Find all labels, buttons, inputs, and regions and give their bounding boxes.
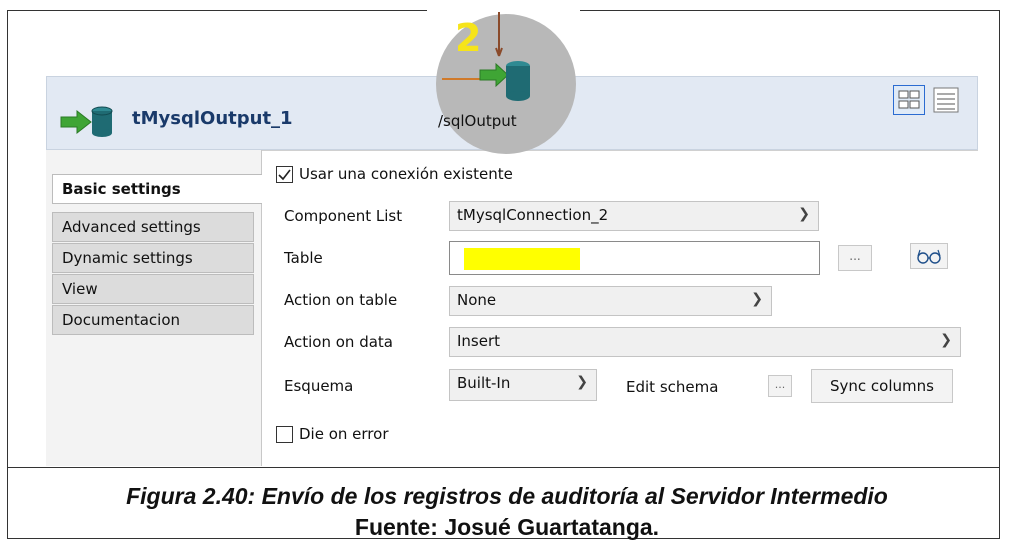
figure-top-border — [580, 10, 1000, 11]
tab-view[interactable]: View — [52, 274, 254, 304]
chevron-down-icon: ❯ — [751, 291, 763, 307]
action-on-table-value: None — [457, 291, 497, 309]
die-on-error-checkbox[interactable] — [276, 426, 293, 443]
table-input[interactable] — [449, 241, 820, 275]
basic-settings-form: Usar una conexión existente Component Li… — [262, 150, 978, 466]
figure-top-border — [7, 10, 427, 11]
chevron-down-icon: ❯ — [798, 206, 810, 222]
component-title: tMysqlOutput_1 — [132, 108, 293, 129]
schema-select[interactable]: Built-In ❯ — [449, 369, 597, 401]
check-icon — [278, 169, 291, 181]
glasses-icon[interactable] — [910, 243, 948, 269]
component-list-value: tMysqlConnection_2 — [457, 206, 609, 224]
chevron-down-icon: ❯ — [940, 332, 952, 348]
use-existing-connection-checkbox[interactable] — [276, 166, 293, 183]
tab-basic-settings[interactable]: Basic settings — [52, 174, 263, 204]
action-on-data-label: Action on data — [284, 333, 393, 351]
component-list-label: Component List — [284, 207, 403, 225]
edit-schema-label: Edit schema — [626, 378, 719, 396]
settings-tab-list: Basic settings Advanced settings Dynamic… — [46, 150, 263, 466]
component-list-select[interactable]: tMysqlConnection_2 ❯ — [449, 201, 819, 231]
die-on-error-label: Die on error — [299, 425, 389, 443]
table-label: Table — [284, 249, 323, 267]
mysql-output-icon — [60, 106, 113, 137]
figure-caption: Figura 2.40: Envío de los registros de a… — [126, 483, 888, 509]
use-existing-connection-label: Usar una conexión existente — [299, 165, 513, 183]
action-on-data-value: Insert — [457, 332, 501, 350]
figure-source: Fuente: Josué Guartatanga. — [354, 514, 660, 540]
table-browse-button[interactable]: ... — [838, 245, 872, 271]
action-on-data-select[interactable]: Insert ❯ — [449, 327, 961, 357]
tab-dynamic-settings[interactable]: Dynamic settings — [52, 243, 254, 273]
step-number-badge: 2 — [455, 16, 482, 60]
edit-schema-button[interactable]: ... — [768, 375, 792, 397]
figure-divider — [7, 467, 1000, 468]
tab-advanced-settings[interactable]: Advanced settings — [52, 212, 254, 242]
tab-documentacion[interactable]: Documentacion — [52, 305, 254, 335]
list-view-icon[interactable] — [931, 85, 961, 115]
overlay-component-label: /sqlOutput — [438, 112, 517, 130]
sync-columns-button[interactable]: Sync columns — [811, 369, 953, 403]
grid-view-icon[interactable] — [893, 85, 925, 115]
action-on-table-select[interactable]: None ❯ — [449, 286, 772, 316]
schema-label: Esquema — [284, 377, 354, 395]
schema-value: Built-In — [457, 374, 511, 392]
redacted-highlight — [464, 248, 580, 270]
action-on-table-label: Action on table — [284, 291, 398, 309]
chevron-down-icon: ❯ — [576, 374, 588, 390]
